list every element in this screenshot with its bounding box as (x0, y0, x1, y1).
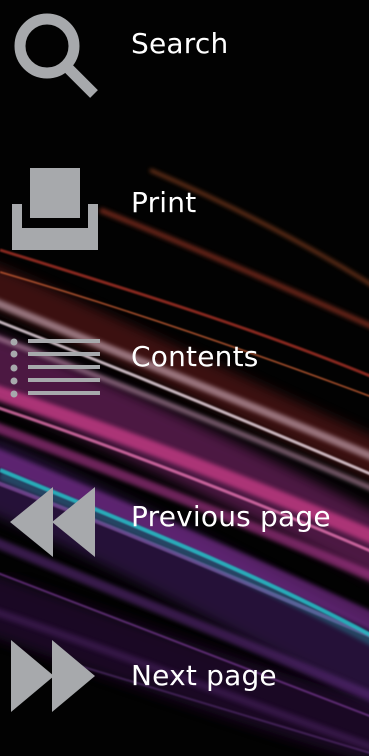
next-page-label: Next page (131, 659, 277, 692)
navigation-menu-screen: Search Print Contents Previous page Next… (0, 0, 369, 756)
contents-list-icon (0, 302, 110, 412)
fast-forward-icon (0, 621, 110, 731)
previous-page-label: Previous page (131, 500, 331, 533)
next-page-button[interactable]: Next page (0, 621, 369, 731)
previous-page-button[interactable]: Previous page (0, 462, 369, 572)
rewind-icon (0, 462, 110, 572)
contents-button[interactable]: Contents (0, 302, 369, 412)
search-button[interactable]: Search (0, 0, 369, 99)
print-button[interactable]: Print (0, 148, 369, 258)
print-icon (0, 148, 110, 258)
search-label: Search (131, 27, 229, 60)
search-icon (0, 0, 110, 99)
contents-label: Contents (131, 340, 259, 373)
print-label: Print (131, 186, 197, 219)
